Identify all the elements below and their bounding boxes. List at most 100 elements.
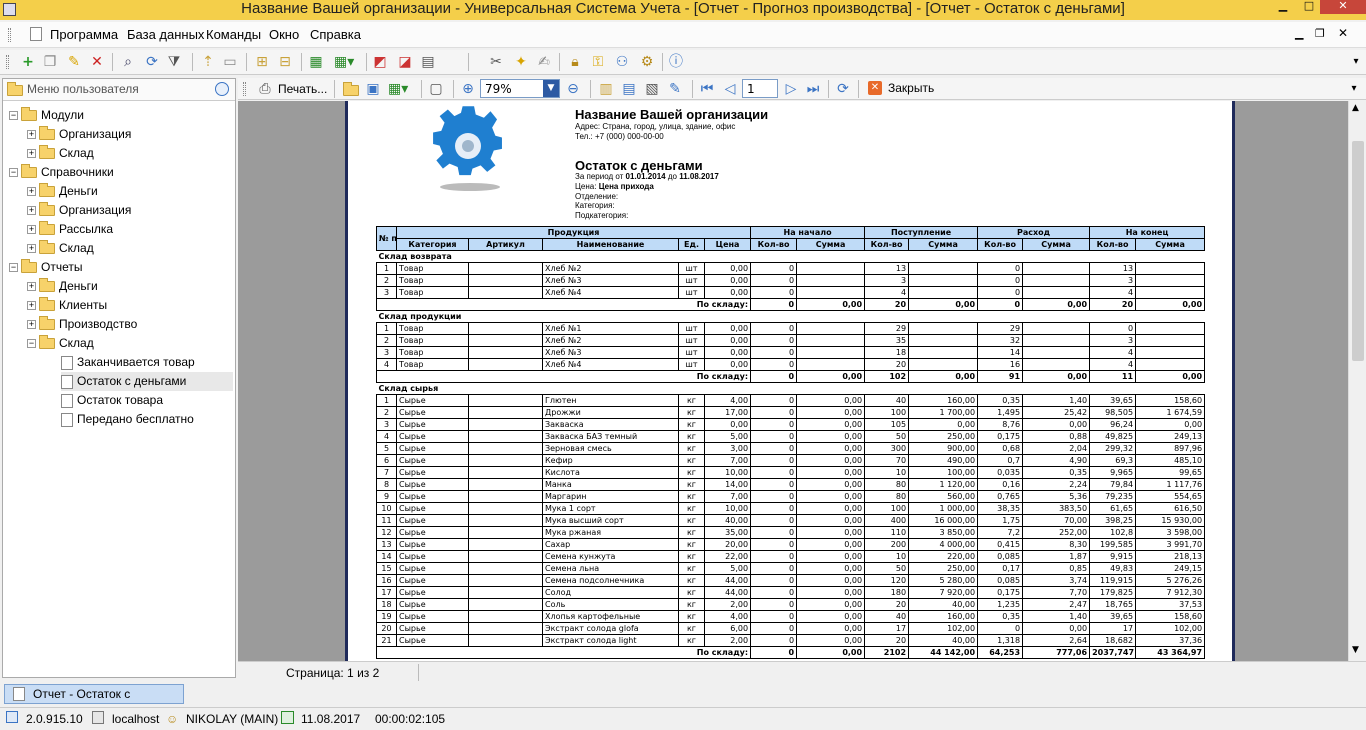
- page-number-input[interactable]: 1: [742, 79, 778, 98]
- refresh-icon[interactable]: ⟳: [144, 54, 160, 70]
- tree-item[interactable]: + Деньги: [27, 182, 98, 201]
- tree-item[interactable]: + Производство: [27, 315, 137, 334]
- menu-program[interactable]: Программа: [50, 27, 118, 42]
- maximize-icon[interactable]: □: [1296, 0, 1322, 14]
- menu-database[interactable]: База данных: [127, 27, 204, 42]
- wizard-icon[interactable]: ✦: [513, 54, 529, 70]
- collapse-icon[interactable]: −: [27, 339, 36, 349]
- zoom-dropdown-icon[interactable]: ▼: [543, 80, 559, 97]
- open-window-icon[interactable]: ◩: [372, 54, 388, 70]
- report-toolbar-grip[interactable]: [243, 82, 246, 96]
- tree-item[interactable]: + Склад: [27, 239, 94, 258]
- expand-icon[interactable]: +: [27, 244, 36, 254]
- task-tab[interactable]: Отчет - Остаток с деньгами: [4, 684, 184, 719]
- users-icon[interactable]: ⚇: [614, 54, 630, 70]
- tools-icon[interactable]: ✂: [488, 54, 504, 70]
- close-icon[interactable]: ✕: [1320, 0, 1366, 14]
- info-icon[interactable]: ⓘ: [668, 54, 684, 70]
- edit-report-icon[interactable]: ✎: [667, 81, 683, 97]
- key-icon[interactable]: ⚿: [590, 54, 606, 70]
- child-close-icon[interactable]: ✕: [1338, 26, 1348, 40]
- sort-up-icon[interactable]: ⇡: [200, 54, 216, 70]
- save-icon[interactable]: ▣: [365, 81, 381, 97]
- new-window-icon[interactable]: ◪: [397, 54, 413, 70]
- menu-help[interactable]: Справка: [310, 27, 361, 42]
- note-edit-icon[interactable]: ✍: [536, 54, 552, 70]
- add-icon[interactable]: +: [20, 54, 36, 70]
- tree-item[interactable]: Передано бесплатно: [61, 410, 194, 429]
- search-icon[interactable]: ⌕: [120, 54, 136, 70]
- tree-item[interactable]: − Склад: [27, 334, 94, 353]
- tree-item[interactable]: Остаток с деньгами: [61, 372, 233, 391]
- tree-item[interactable]: + Организация: [27, 125, 131, 144]
- tree-item[interactable]: Заканчивается товар: [61, 353, 195, 372]
- export-report-icon[interactable]: ▦▾: [388, 81, 408, 97]
- scroll-up-icon[interactable]: ▲: [1352, 103, 1359, 113]
- collapse-icon[interactable]: −: [9, 111, 18, 121]
- expand-icon[interactable]: +: [27, 301, 36, 311]
- expand-icon[interactable]: +: [27, 282, 36, 292]
- tree-expand-icon[interactable]: ⊞: [254, 54, 270, 70]
- menu-commands[interactable]: Команды: [206, 27, 261, 42]
- menu-window[interactable]: Окно: [269, 27, 299, 42]
- zoom-select[interactable]: 79% ▼: [480, 79, 560, 98]
- menu-grip[interactable]: [8, 28, 11, 42]
- child-minimize-icon[interactable]: ▁: [1295, 27, 1303, 40]
- toolbar-grip[interactable]: [6, 55, 9, 69]
- report-toolbar-overflow-icon[interactable]: ▾: [1346, 81, 1362, 97]
- filter-icon[interactable]: ⧩: [166, 54, 182, 70]
- expand-icon[interactable]: +: [27, 187, 36, 197]
- tree-item-label: Деньги: [59, 279, 98, 293]
- window-list-icon[interactable]: ▤: [420, 54, 436, 70]
- zoom-in-icon[interactable]: ⊕: [460, 81, 476, 97]
- expand-icon[interactable]: +: [27, 225, 36, 235]
- page-setup-icon[interactable]: ▢: [428, 81, 444, 97]
- lock-icon[interactable]: 🔒︎: [567, 54, 583, 70]
- collapse-icon[interactable]: −: [9, 263, 18, 273]
- tree-item[interactable]: − Справочники: [9, 163, 114, 182]
- tree-item[interactable]: + Организация: [27, 201, 131, 220]
- user-menu-option-icon[interactable]: [215, 82, 229, 96]
- tree-item[interactable]: Остаток товара: [61, 391, 163, 410]
- print-button[interactable]: Печать...: [278, 82, 327, 96]
- print-icon[interactable]: ⎙: [257, 81, 273, 97]
- toolbar-overflow-icon[interactable]: ▾: [1348, 54, 1364, 70]
- user-menu-search-label[interactable]: Меню пользователя: [27, 82, 139, 96]
- first-page-icon[interactable]: ⏮: [699, 81, 715, 97]
- tree-item[interactable]: + Клиенты: [27, 296, 107, 315]
- tree-item[interactable]: + Склад: [27, 144, 94, 163]
- report-vertical-scrollbar[interactable]: ▲ ▼: [1348, 101, 1366, 661]
- tree-item[interactable]: − Модули: [9, 106, 84, 125]
- scroll-down-icon[interactable]: ▼: [1352, 645, 1359, 655]
- tree-item[interactable]: + Деньги: [27, 277, 98, 296]
- next-page-icon[interactable]: ▷: [783, 81, 799, 97]
- excel-export-icon[interactable]: ▦: [308, 54, 324, 70]
- expand-icon[interactable]: +: [27, 130, 36, 140]
- collapse-icon[interactable]: −: [9, 168, 18, 178]
- tree-item[interactable]: + Рассылка: [27, 220, 113, 239]
- two-pages-icon[interactable]: ▤: [621, 81, 637, 97]
- prev-page-icon[interactable]: ◁: [722, 81, 738, 97]
- settings-icon[interactable]: ⚙: [639, 54, 655, 70]
- close-report-icon[interactable]: ✕: [868, 81, 882, 95]
- tree-item[interactable]: − Отчеты: [9, 258, 82, 277]
- last-page-icon[interactable]: ⏭: [805, 81, 821, 97]
- expand-icon[interactable]: +: [27, 206, 36, 216]
- close-report-button[interactable]: Закрыть: [888, 81, 934, 95]
- tree-collapse-icon[interactable]: ⊟: [277, 54, 293, 70]
- one-page-icon[interactable]: ▥: [598, 81, 614, 97]
- expand-icon[interactable]: +: [27, 149, 36, 159]
- refresh-report-icon[interactable]: ⟳: [835, 81, 851, 97]
- zoom-out-icon[interactable]: ⊖: [565, 81, 581, 97]
- copy-icon[interactable]: ❐: [42, 54, 58, 70]
- child-restore-icon[interactable]: ❐: [1315, 27, 1325, 40]
- delete-icon[interactable]: ✕: [89, 54, 105, 70]
- expand-icon[interactable]: +: [27, 320, 36, 330]
- comment-icon[interactable]: ▭: [222, 54, 238, 70]
- minimize-icon[interactable]: ▁: [1270, 0, 1296, 14]
- open-icon[interactable]: [343, 82, 359, 96]
- scroll-thumb[interactable]: [1352, 141, 1364, 361]
- thumbnails-icon[interactable]: ▧: [644, 81, 660, 97]
- edit-icon[interactable]: ✎: [66, 54, 82, 70]
- export-dropdown-icon[interactable]: ▦▾: [334, 54, 354, 70]
